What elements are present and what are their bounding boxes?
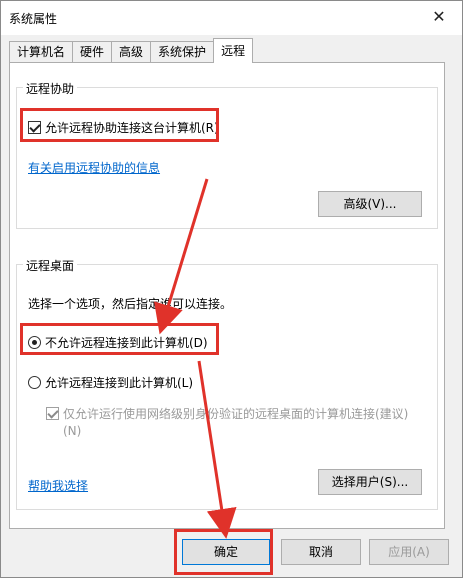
arrow-to-ok-button <box>197 360 237 539</box>
tab-remote[interactable]: 远程 <box>213 38 254 63</box>
system-properties-window: 系统属性 ✕ 计算机名 硬件 高级 系统保护 远程 远程协助 允许远程协助连接这… <box>0 0 463 578</box>
annotation-arrows <box>154 178 237 539</box>
arrow-to-deny-option <box>154 178 209 335</box>
